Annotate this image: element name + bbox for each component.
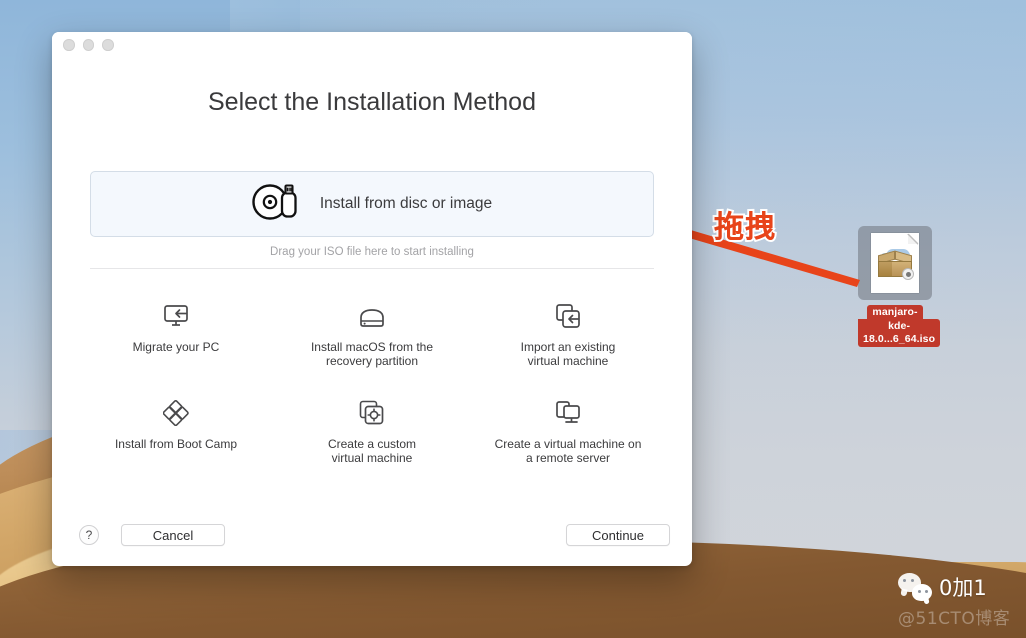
import-vm-icon <box>555 293 581 329</box>
hard-disk-icon <box>358 293 386 329</box>
window-titlebar <box>52 32 692 58</box>
continue-button[interactable]: Continue <box>566 524 670 546</box>
wechat-icon <box>898 573 932 601</box>
wechat-watermark: 0加1 <box>898 572 987 602</box>
option-create-vm-remote-server[interactable]: Create a virtual machine on a remote serv… <box>470 390 666 465</box>
wechat-account-name: 0加1 <box>939 576 987 600</box>
option-install-macos-recovery[interactable]: Install macOS from the recovery partition <box>274 293 470 368</box>
option-label: Install from Boot Camp <box>114 437 238 451</box>
minimize-button[interactable] <box>82 39 94 51</box>
iso-archive-file-icon <box>871 233 919 293</box>
file-name-label: manjaro- kde-18.0...6_64.iso <box>858 304 941 347</box>
dropzone-hint: Drag your ISO file here to start install… <box>270 246 474 258</box>
option-import-existing-vm[interactable]: Import an existing virtual machine <box>470 293 666 368</box>
annotation-text: 拖拽 <box>714 210 776 245</box>
custom-vm-gear-icon <box>359 390 385 426</box>
page-title: Select the Installation Method <box>208 88 536 116</box>
file-name-line-2: kde-18.0...6_64.iso <box>858 319 941 347</box>
window-footer: ? Cancel Continue <box>52 504 692 566</box>
cancel-button[interactable]: Cancel <box>121 524 225 546</box>
option-label: Create a virtual machine on a remote serv… <box>494 437 642 465</box>
install-from-disc-dropzone[interactable]: Install from disc or image <box>90 171 654 237</box>
close-button[interactable] <box>63 39 75 51</box>
option-label: Create a custom virtual machine <box>327 437 417 465</box>
monitor-import-icon <box>163 293 189 329</box>
installation-options-grid: Migrate your PC Install macOS from the re… <box>78 293 666 465</box>
wechat-bubble-small <box>912 584 932 601</box>
option-create-custom-vm[interactable]: Create a custom virtual machine <box>274 390 470 465</box>
option-label: Migrate your PC <box>132 340 220 354</box>
box-ball <box>902 268 914 280</box>
section-divider <box>90 268 654 269</box>
installation-method-window: Select the Installation Method Install f… <box>52 32 692 566</box>
wechat-dot-4 <box>924 589 928 593</box>
option-install-boot-camp[interactable]: Install from Boot Camp <box>78 390 274 465</box>
archive-box-illustration <box>876 249 914 281</box>
disc-and-usb-icon <box>252 183 302 226</box>
site-watermark: @51CTO博客 <box>898 609 1011 629</box>
file-name-line-1: manjaro- <box>867 305 923 320</box>
option-label: Import an existing virtual machine <box>520 340 616 368</box>
help-button[interactable]: ? <box>79 525 99 545</box>
wechat-dot-3 <box>917 589 921 593</box>
dropzone-label: Install from disc or image <box>319 195 493 212</box>
boot-camp-diamond-icon <box>163 390 189 426</box>
remote-server-icon <box>555 390 581 426</box>
option-label: Install macOS from the recovery partition <box>310 340 434 368</box>
option-migrate-your-pc[interactable]: Migrate your PC <box>78 293 274 368</box>
zoom-button[interactable] <box>102 39 114 51</box>
